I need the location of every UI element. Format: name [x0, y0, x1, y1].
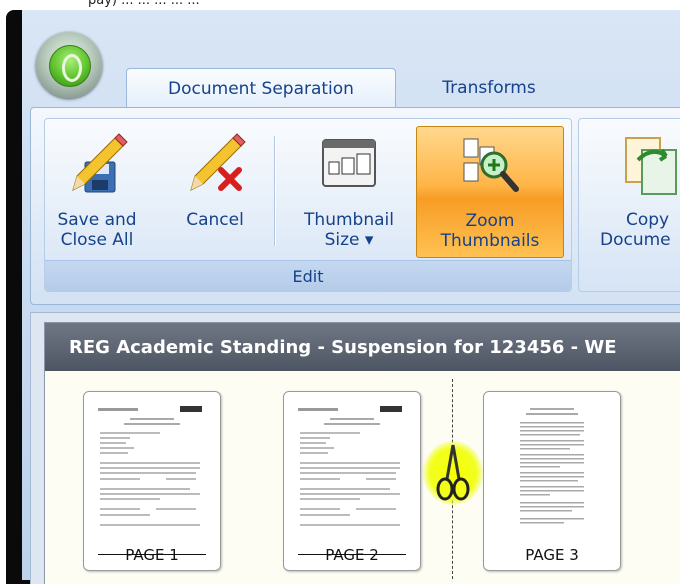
copy-document-label: Copy Docume [600, 210, 671, 250]
caption-strip: pay) ... ... ... ... ... [0, 0, 680, 10]
zoom-thumbnails-label: Zoom Thumbnails [440, 211, 540, 251]
tab-document-separation[interactable]: Document Separation [126, 68, 396, 109]
save-and-close-all-button[interactable]: Save and Close All [57, 126, 137, 256]
orb-logo-icon [49, 45, 91, 87]
tab-transforms[interactable]: Transforms [414, 68, 564, 108]
document-title: REG Academic Standing - Suspension for 1… [45, 323, 680, 371]
page-label: PAGE 1 [125, 546, 179, 564]
zoom-thumbnails-icon [463, 138, 519, 192]
ribbon-separator [274, 136, 276, 246]
page-preview-image [98, 406, 202, 526]
thumbnail-size-button[interactable]: Thumbnail Size ▾ [290, 126, 408, 256]
zoom-thumbnails-button[interactable]: Zoom Thumbnails [416, 126, 564, 258]
copy-document-icon [625, 137, 677, 195]
application-orb-button[interactable] [36, 32, 102, 98]
page-thumbnail[interactable]: PAGE 2 [283, 391, 421, 571]
cancel-pencil-icon [190, 133, 246, 191]
cancel-button[interactable]: Cancel [176, 126, 254, 256]
application-window: pay) ... ... ... ... ... Document Separa… [0, 0, 680, 584]
thumbnail-size-icon [322, 139, 376, 187]
edit-group-label: Edit [45, 260, 571, 291]
save-and-close-all-label: Save and Close All [57, 210, 137, 250]
page-preview-image [520, 408, 584, 524]
page-preview-image [298, 406, 402, 526]
cancel-label: Cancel [186, 210, 244, 230]
document-panel: REG Academic Standing - Suspension for 1… [44, 322, 680, 584]
scissors-icon[interactable] [433, 443, 473, 503]
save-pencil-icon [72, 133, 128, 193]
page-label: PAGE 2 [325, 546, 379, 564]
page-label: PAGE 3 [525, 546, 579, 564]
thumbnail-strip: PAGE 1 PAGE 2 PAGE 3 [45, 371, 680, 584]
copy-document-button[interactable]: Copy Docume [596, 126, 680, 256]
thumbnail-size-label: Thumbnail Size ▾ [304, 210, 394, 250]
page-thumbnail[interactable]: PAGE 3 [483, 391, 621, 571]
caption-text: pay) ... ... ... ... ... [88, 0, 200, 8]
page-thumbnail[interactable]: PAGE 1 [83, 391, 221, 571]
